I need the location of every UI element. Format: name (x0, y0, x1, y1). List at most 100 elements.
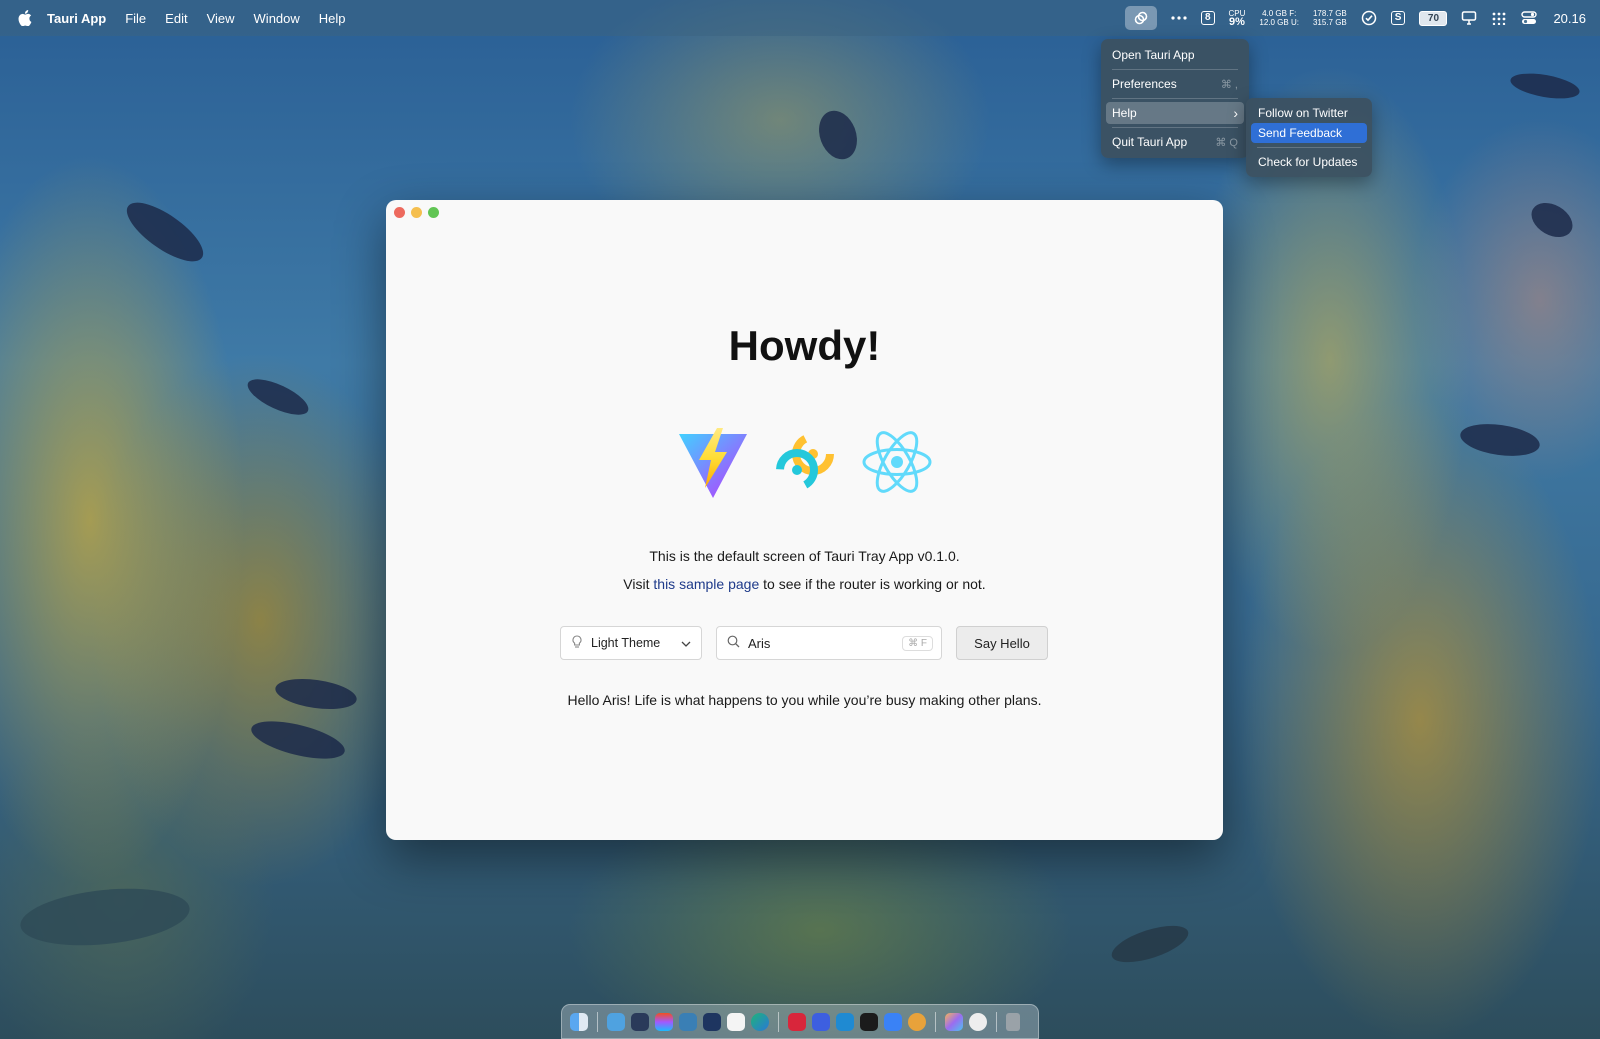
page-title: Howdy! (728, 322, 881, 369)
notification-badge[interactable]: 8 (1200, 6, 1215, 30)
description-text: This is the default screen of Tauri Tray… (649, 548, 960, 564)
chevron-down-icon (681, 636, 691, 650)
background-fish (1525, 196, 1579, 244)
submenu-item-check-updates[interactable]: Check for Updates (1251, 152, 1367, 172)
menu-item-label: Quit Tauri App (1112, 135, 1188, 149)
menu-separator (1112, 127, 1238, 128)
tauri-logo-icon[interactable] (769, 426, 841, 498)
memory-monitor[interactable]: 4.0 GB F: 12.0 GB U: (1259, 6, 1299, 30)
control-center-icon[interactable] (1521, 6, 1538, 30)
name-input[interactable] (748, 635, 903, 651)
notes-icon[interactable] (884, 1012, 902, 1031)
disk-monitor[interactable]: 178.7 GB 315.7 GB (1313, 6, 1347, 30)
memory-used: 12.0 GB U: (1259, 18, 1299, 27)
window-controls (394, 207, 439, 218)
figma-icon[interactable] (655, 1012, 673, 1031)
trash-icon[interactable] (1006, 1012, 1020, 1031)
terminal-icon[interactable] (860, 1012, 878, 1031)
react-logo-icon[interactable] (861, 426, 933, 498)
display-icon[interactable] (1461, 6, 1477, 30)
close-button[interactable] (394, 207, 405, 218)
slack-icon[interactable] (727, 1012, 745, 1031)
skype-icon[interactable]: S (1390, 6, 1406, 30)
submenu-item-send-feedback[interactable]: Send Feedback (1251, 123, 1367, 143)
checkmark-icon[interactable] (1361, 6, 1377, 30)
menu-item-label: Open Tauri App (1112, 48, 1195, 62)
menu-bar: Tauri App File Edit View Window Help 8 C… (0, 0, 1600, 36)
battery-indicator[interactable]: 70 (1419, 6, 1448, 30)
minimize-button[interactable] (411, 207, 422, 218)
theme-select[interactable]: Light Theme (560, 626, 702, 660)
bear-icon[interactable] (908, 1012, 926, 1031)
skype-letter: S (1390, 11, 1406, 25)
background-fish (1458, 419, 1542, 461)
sample-page-link[interactable]: this sample page (653, 576, 759, 592)
search-icon (727, 635, 740, 651)
menu-item-quit[interactable]: Quit Tauri App ⌘ Q (1106, 131, 1244, 153)
lightbulb-icon (571, 634, 583, 652)
memory-free: 4.0 GB F: (1262, 9, 1297, 18)
background-fish (1508, 69, 1582, 103)
record-icon[interactable] (969, 1012, 987, 1031)
menu-item-open-app[interactable]: Open Tauri App (1106, 44, 1244, 66)
cpu-monitor[interactable]: CPU 9% (1229, 6, 1246, 30)
timer-icon[interactable] (703, 1012, 721, 1031)
menu-separator (1257, 147, 1361, 148)
menu-window[interactable]: Window (254, 11, 300, 26)
xcode-icon[interactable] (631, 1012, 649, 1031)
name-input-field: ⌘ F (716, 626, 942, 660)
menu-item-label: Help (1112, 106, 1137, 120)
paw-icon[interactable] (679, 1012, 697, 1031)
more-icon[interactable] (1171, 6, 1187, 30)
clock[interactable]: 20.16 (1553, 6, 1586, 30)
say-hello-button[interactable]: Say Hello (956, 626, 1048, 660)
grid-icon[interactable] (1491, 6, 1507, 30)
cpu-value: 9% (1228, 16, 1245, 28)
maximize-button[interactable] (428, 207, 439, 218)
launchpad-icon[interactable] (945, 1012, 963, 1031)
apple-icon[interactable] (17, 10, 33, 26)
theme-select-value: Light Theme (591, 636, 661, 650)
dock (561, 1004, 1039, 1039)
background-fish (273, 674, 359, 714)
goland-icon[interactable] (812, 1012, 830, 1031)
help-submenu: Follow on Twitter Send Feedback Check fo… (1246, 98, 1372, 177)
greeting-text: Hello Aris! Life is what happens to you … (567, 692, 1042, 708)
tray-menu: Open Tauri App Preferences ⌘ , Help › Qu… (1101, 39, 1249, 158)
menu-item-help[interactable]: Help › (1106, 102, 1244, 124)
disk-free: 178.7 GB (1312, 9, 1347, 18)
menu-item-shortcut: ⌘ Q (1215, 136, 1238, 149)
finder-icon[interactable] (570, 1012, 588, 1031)
background-fish (243, 372, 313, 422)
vscode-icon[interactable] (836, 1012, 854, 1031)
logo-row (386, 426, 1223, 498)
menu-item-shortcut: ⌘ , (1220, 78, 1238, 91)
app-window: Howdy! This is the default screen of Tau… (386, 200, 1223, 840)
battery-level: 70 (1419, 10, 1448, 26)
submenu-item-follow-twitter[interactable]: Follow on Twitter (1251, 103, 1367, 123)
menu-separator (1112, 98, 1238, 99)
tauri-tray-icon[interactable] (1124, 6, 1157, 30)
menu-separator (1112, 69, 1238, 70)
app-icon[interactable] (607, 1012, 625, 1031)
shortcut-hint: ⌘ F (902, 635, 933, 651)
menu-item-preferences[interactable]: Preferences ⌘ , (1106, 73, 1244, 95)
chevron-right-icon: › (1233, 105, 1238, 121)
menu-edit[interactable]: Edit (165, 11, 187, 26)
visit-prefix: Visit (623, 576, 654, 592)
background-fish (17, 881, 193, 953)
background-fish (812, 105, 864, 165)
rider-icon[interactable] (788, 1012, 806, 1031)
background-fish (247, 713, 349, 767)
vite-logo-icon[interactable] (677, 426, 749, 498)
status-area: 8 CPU 9% 4.0 GB F: 12.0 GB U: 178.7 GB 3… (1124, 0, 1586, 36)
menu-help[interactable]: Help (319, 11, 346, 26)
visit-text: Visit this sample page to see if the rou… (386, 576, 1223, 592)
disk-total: 315.7 GB (1312, 18, 1347, 27)
menu-file[interactable]: File (125, 11, 146, 26)
menu-app-name[interactable]: Tauri App (47, 11, 106, 26)
background-fish (1107, 918, 1193, 970)
controls-row: Light Theme ⌘ F Say Hello (560, 626, 1048, 660)
edge-icon[interactable] (751, 1012, 769, 1031)
menu-view[interactable]: View (207, 11, 235, 26)
